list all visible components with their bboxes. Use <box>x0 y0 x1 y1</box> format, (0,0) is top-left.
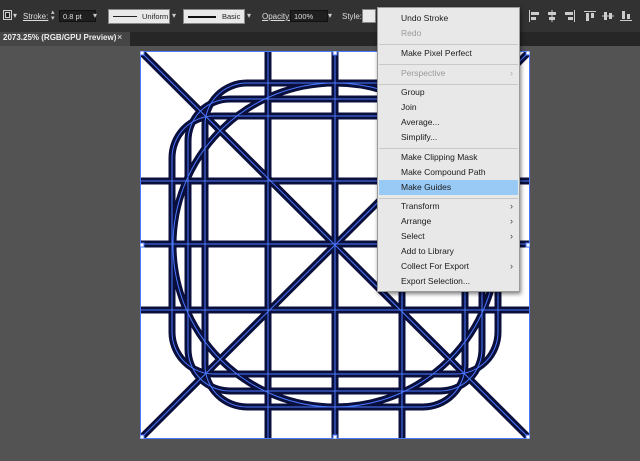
menu-item-make-pixel-perfect[interactable]: Make Pixel Perfect <box>378 46 519 61</box>
menu-item-average[interactable]: Average... <box>378 115 519 130</box>
stroke-label[interactable]: Stroke: <box>23 12 48 21</box>
chevron-right-icon: › <box>510 231 513 241</box>
stroke-weight-dropdown-icon[interactable]: ▾ <box>93 11 97 20</box>
profile-dropdown-icon[interactable]: ▾ <box>172 11 176 20</box>
menu-item-group[interactable]: Group <box>378 85 519 100</box>
opacity-field[interactable]: 100% <box>290 10 328 22</box>
graphic-style-swatch[interactable] <box>362 9 376 23</box>
fill-swatch[interactable] <box>3 9 13 21</box>
menu-separator <box>379 64 518 65</box>
menu-item-label: Select <box>401 231 425 241</box>
stroke-weight-value: 0.8 pt <box>63 12 82 21</box>
profile-label: Uniform <box>142 12 169 21</box>
close-tab-icon[interactable]: × <box>117 32 122 42</box>
menu-item-export-selection[interactable]: Export Selection... <box>378 274 519 289</box>
menu-item-label: Collect For Export <box>401 261 470 271</box>
align-vertical-center-icon[interactable] <box>602 10 614 22</box>
control-bar: ▾ Stroke: ▴ ▾ 0.8 pt ▾ Uniform ▾ Basic ▾ … <box>0 0 640 32</box>
align-horizontal-center-icon[interactable] <box>546 10 558 22</box>
menu-item-transform[interactable]: Transform › <box>378 199 519 214</box>
align-top-icon[interactable] <box>584 10 596 22</box>
profile-line <box>113 16 137 17</box>
menu-item-undo-stroke[interactable]: Undo Stroke <box>378 11 519 26</box>
menu-item-label: Join <box>401 102 417 112</box>
document-tab-title: 2073.25% (RGB/GPU Preview) <box>3 33 117 42</box>
chevron-right-icon: › <box>510 216 513 226</box>
menu-item-label: Arrange <box>401 216 432 226</box>
menu-item-make-guides[interactable]: Make Guides <box>379 180 518 195</box>
context-menu: Undo Stroke Redo Make Pixel Perfect Pers… <box>377 7 520 292</box>
menu-item-join[interactable]: Join <box>378 100 519 115</box>
menu-item-label: Perspective <box>401 68 446 78</box>
menu-item-label: Simplify... <box>401 132 438 142</box>
align-right-icon[interactable] <box>564 10 576 22</box>
menu-item-label: Average... <box>401 117 440 127</box>
align-left-icon[interactable] <box>528 10 540 22</box>
menu-item-collect-for-export[interactable]: Collect For Export › <box>378 259 519 274</box>
document-tab-bar: 2073.25% (RGB/GPU Preview) × <box>0 32 640 46</box>
menu-item-label: Redo <box>401 28 422 38</box>
brush-dropdown-icon[interactable]: ▾ <box>247 11 251 20</box>
chevron-right-icon: › <box>510 68 513 78</box>
menu-separator <box>379 44 518 45</box>
menu-item-make-clipping-mask[interactable]: Make Clipping Mask <box>378 150 519 165</box>
menu-item-label: Group <box>401 87 425 97</box>
menu-item-select[interactable]: Select › <box>378 229 519 244</box>
menu-item-label: Make Clipping Mask <box>401 152 478 162</box>
opacity-label[interactable]: Opacity: <box>262 12 291 21</box>
stroke-stepper-icon[interactable]: ▴ ▾ <box>51 9 55 22</box>
brush-definition[interactable]: Basic <box>183 9 245 24</box>
brush-label: Basic <box>222 12 241 21</box>
menu-item-label: Make Pixel Perfect <box>401 48 472 58</box>
menu-item-label: Add to Library <box>401 246 454 256</box>
align-bottom-icon[interactable] <box>620 10 632 22</box>
fill-stroke-icon <box>3 10 12 20</box>
menu-item-label: Undo Stroke <box>401 13 449 23</box>
opacity-dropdown-icon[interactable]: ▾ <box>328 11 332 20</box>
chevron-right-icon: › <box>510 261 513 271</box>
menu-item-arrange[interactable]: Arrange › <box>378 214 519 229</box>
document-tab[interactable]: 2073.25% (RGB/GPU Preview) × <box>0 32 130 46</box>
opacity-value: 100% <box>294 12 314 21</box>
fill-dropdown-icon[interactable]: ▾ <box>13 11 17 20</box>
menu-item-label: Make Guides <box>401 182 452 192</box>
menu-item-label: Export Selection... <box>401 276 470 286</box>
menu-separator <box>379 148 518 149</box>
menu-item-make-compound-path[interactable]: Make Compound Path <box>378 165 519 180</box>
menu-item-redo: Redo <box>378 26 519 41</box>
menu-item-label: Make Compound Path <box>401 167 486 177</box>
menu-item-label: Transform <box>401 201 440 211</box>
menu-item-simplify[interactable]: Simplify... <box>378 130 519 145</box>
stroke-weight-field[interactable]: 0.8 pt <box>59 10 96 22</box>
style-label: Style: <box>342 12 363 21</box>
menu-item-perspective: Perspective › <box>378 66 519 81</box>
brush-line <box>188 16 216 18</box>
menu-item-add-to-library[interactable]: Add to Library <box>378 244 519 259</box>
chevron-right-icon: › <box>510 201 513 211</box>
variable-width-profile[interactable]: Uniform <box>108 9 170 24</box>
